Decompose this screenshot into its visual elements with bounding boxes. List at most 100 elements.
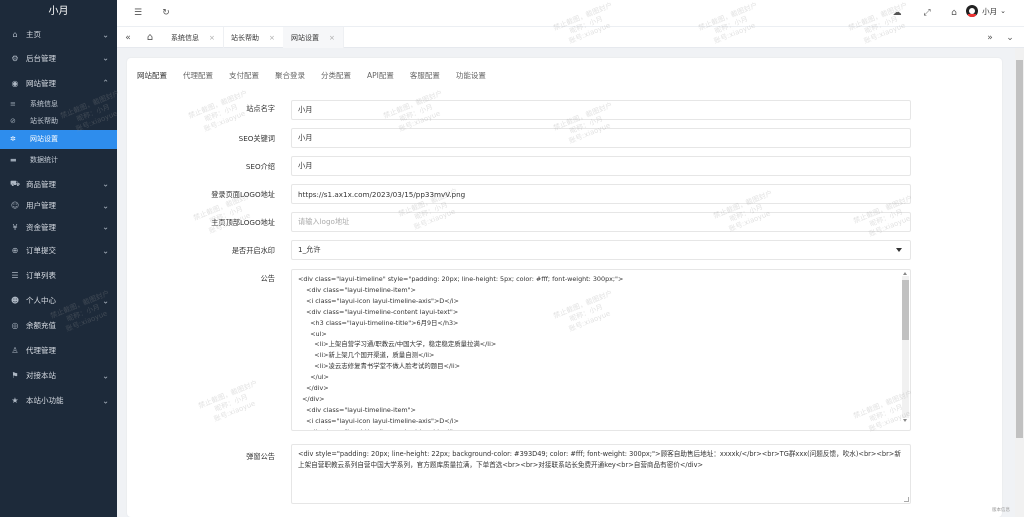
sidebar-item-label: 用户管理 (26, 201, 56, 211)
sidebar-item-personal[interactable]: ☻ 个人中心 ⌄ (0, 288, 117, 313)
sidebar-item-funds[interactable]: ¥ 资金管理 ⌄ (0, 217, 117, 239)
chevron-down-icon: ⌄ (102, 246, 109, 255)
sidebar-item-order-submit[interactable]: ⊕ 订单提交 ⌄ (0, 238, 117, 263)
sidebar-item-order-list[interactable]: ☰ 订单列表 (0, 263, 117, 288)
sidebar-item-connect[interactable]: ⚑ 对接本站 ⌄ (0, 363, 117, 388)
scroll-up-icon[interactable] (903, 272, 907, 275)
subtab-feature-settings[interactable]: 功能设置 (456, 70, 486, 84)
gear-icon: ⚙ (11, 53, 19, 63)
chevron-down-icon: ⌄ (102, 179, 109, 189)
sidebar-item-site-settings[interactable]: ✲ 网站设置 (0, 129, 117, 149)
close-icon[interactable]: × (269, 34, 275, 42)
site-name-input[interactable]: 小月 (291, 100, 911, 120)
subtab-site-config[interactable]: 网站配置 (137, 70, 167, 84)
subtab-category-config[interactable]: 分类配置 (321, 70, 351, 84)
home-logo-input[interactable]: 请输入logo地址 (291, 212, 911, 232)
sidebar-item-home[interactable]: ⌂ 主页 ⌄ (0, 24, 117, 46)
close-icon[interactable]: × (329, 34, 335, 42)
cart-icon: ⛟ (9, 179, 21, 189)
money-icon: ¥ (12, 222, 18, 232)
sidebar-item-site-manage[interactable]: ◉ 网站管理 ⌃ (0, 71, 117, 96)
sidebar-item-label: 后台管理 (26, 53, 56, 63)
tab-help[interactable]: 站长帮助 × (223, 27, 284, 48)
subtab-aggregate-login[interactable]: 聚合登录 (275, 70, 305, 84)
subtab-payment-config[interactable]: 支付配置 (229, 70, 259, 84)
chevron-down-icon: ⌄ (102, 296, 109, 305)
sidebar-item-label: 对接本站 (26, 371, 56, 380)
globe-icon: ◉ (11, 78, 19, 88)
sidebar-item-features[interactable]: ★ 本站小功能 ⌄ (0, 388, 117, 413)
sidebar-item-label: 数据统计 (30, 155, 58, 164)
chevron-down-icon: ⌄ (102, 201, 109, 211)
sidebar-item-statistics[interactable]: ▬ 数据统计 (0, 149, 117, 171)
menu-toggle-icon[interactable]: ☰ (131, 6, 145, 20)
chevron-up-icon: ⌃ (102, 78, 109, 88)
scroll-thumb[interactable] (902, 280, 909, 340)
home-tab-icon[interactable]: ⌂ (143, 27, 157, 48)
page-scroll-thumb[interactable] (1016, 60, 1023, 438)
subtab-api-config[interactable]: API配置 (367, 70, 394, 84)
sidebar-item-label: 站长帮助 (30, 117, 58, 125)
popup-notice-label: 弹窗公告 (246, 452, 275, 461)
notice-textarea[interactable]: <div class="layui-timeline" style="paddi… (291, 269, 911, 431)
settings-icon: ✲ (10, 135, 16, 143)
seo-keywords-label: SEO关键词 (238, 134, 275, 143)
sidebar-item-label: 订单提交 (26, 246, 56, 255)
chevron-down-icon: ⌄ (102, 53, 109, 63)
agent-icon: ♙ (11, 346, 19, 355)
page-scrollbar[interactable] (1015, 48, 1024, 517)
notice-text: <div class="layui-timeline" style="paddi… (298, 275, 624, 430)
recharge-icon: ◎ (11, 321, 19, 330)
chevron-down-icon: ⌄ (102, 396, 109, 405)
sidebar-item-label: 余额充值 (26, 321, 56, 330)
user-menu[interactable]: 小月 ⌄ (966, 5, 1006, 17)
person-icon: ☻ (10, 296, 20, 305)
sidebar-item-goods[interactable]: ⛟ 商品管理 ⌄ (0, 174, 117, 196)
sidebar-item-label: 个人中心 (26, 296, 56, 305)
sidebar-item-help[interactable]: ⊘ 站长帮助 (0, 113, 117, 130)
sidebar-item-label: 代理管理 (26, 346, 56, 355)
scroll-down-icon[interactable] (903, 419, 907, 422)
chevron-down-icon: ⌄ (102, 30, 109, 40)
popup-notice-textarea[interactable]: <div style="padding: 20px; line-height: … (291, 444, 911, 504)
lock-icon[interactable]: ⌂ (947, 6, 961, 20)
watermark-select[interactable]: 1_允许 (291, 240, 911, 260)
tab-site-settings[interactable]: 网站设置 × (283, 27, 344, 48)
notice-scrollbar[interactable] (902, 272, 909, 422)
login-logo-label: 登录页面LOGO地址 (211, 190, 275, 199)
sidebar-item-label: 系统信息 (30, 100, 58, 108)
resize-handle[interactable] (904, 497, 909, 502)
sidebar-item-agents[interactable]: ♙ 代理管理 (0, 338, 117, 363)
corner-note: 版本信息 (992, 508, 1010, 513)
subtab-agent-config[interactable]: 代理配置 (183, 70, 213, 84)
refresh-icon[interactable]: ↻ (159, 6, 173, 20)
help-icon: ⊘ (10, 117, 16, 125)
theme-icon[interactable]: ☁ (890, 6, 904, 20)
tabs-scroll-right-icon[interactable]: » (983, 27, 997, 48)
seo-desc-input[interactable]: 小月 (291, 156, 911, 176)
fullscreen-icon[interactable]: ⤢ (920, 6, 934, 20)
sidebar-item-recharge[interactable]: ◎ 余额充值 (0, 313, 117, 338)
settings-card: 网站配置 代理配置 支付配置 聚合登录 分类配置 API配置 客服配置 功能设置… (127, 58, 1002, 517)
sidebar-item-label: 网站设置 (30, 135, 58, 143)
order-list-icon: ☰ (11, 271, 19, 280)
user-icon: ☺ (10, 201, 20, 211)
list-icon: ≡ (10, 100, 16, 108)
tabs-menu-icon[interactable]: ⌄ (1003, 27, 1017, 48)
notice-label: 公告 (260, 274, 275, 283)
login-logo-input[interactable]: https://s1.ax1x.com/2023/03/15/pp33mvV.p… (291, 184, 911, 204)
tabs-scroll-left-icon[interactable]: « (121, 27, 135, 48)
subtab-service-config[interactable]: 客服配置 (410, 70, 440, 84)
chart-icon: ▬ (10, 155, 17, 164)
sidebar-item-users[interactable]: ☺ 用户管理 ⌄ (0, 195, 117, 217)
connect-icon: ⚑ (11, 371, 19, 380)
star-icon: ★ (11, 396, 19, 405)
chevron-down-icon: ⌄ (1000, 7, 1006, 15)
close-icon[interactable]: × (209, 34, 215, 42)
tab-system-info[interactable]: 系统信息 × (163, 27, 224, 48)
sidebar-item-system-info[interactable]: ≡ 系统信息 (0, 96, 117, 113)
sidebar-item-admin[interactable]: ⚙ 后台管理 ⌄ (0, 46, 117, 71)
seo-keywords-input[interactable]: 小月 (291, 128, 911, 148)
home-icon: ⌂ (12, 30, 18, 40)
sidebar-item-label: 订单列表 (26, 271, 56, 280)
